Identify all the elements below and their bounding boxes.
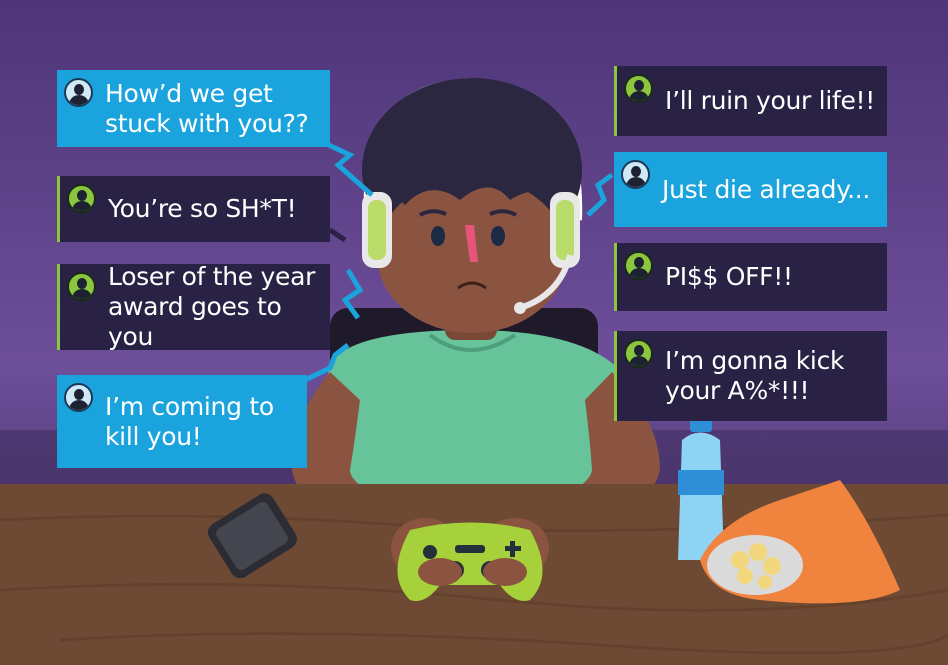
user-avatar-icon: [624, 74, 653, 103]
left-eye: [431, 226, 445, 246]
user-avatar-icon: [64, 78, 93, 107]
chat-message-text: I’m gonna kick your A%*!!!: [665, 346, 845, 405]
user-avatar-icon: [64, 383, 93, 412]
chat-message-text: Loser of the year award goes to you: [108, 262, 316, 351]
chat-message-text: I’ll ruin your life!!: [665, 86, 875, 115]
chat-message-text: PI$$ OFF!!: [665, 262, 793, 291]
user-avatar-icon: [624, 339, 653, 368]
right-eye: [491, 226, 505, 246]
chat-message-right-2: Just die already...: [614, 152, 887, 227]
chat-message-text: I’m coming to kill you!: [105, 391, 274, 451]
chat-message-right-3: PI$$ OFF!!: [614, 243, 887, 311]
chat-message-left-2: You’re so SH*T!: [57, 176, 330, 242]
chat-message-left-3: Loser of the year award goes to you: [57, 262, 330, 351]
chat-message-right-1: I’ll ruin your life!!: [614, 66, 887, 136]
chat-message-left-1: How’d we get stuck with you??: [57, 70, 330, 147]
chat-message-right-4: I’m gonna kick your A%*!!!: [614, 331, 887, 421]
user-avatar-icon: [67, 184, 96, 213]
chat-message-text: How’d we get stuck with you??: [105, 78, 309, 138]
user-avatar-icon: [621, 160, 650, 189]
user-avatar-icon: [67, 272, 96, 301]
chat-message-text: Just die already...: [662, 174, 871, 204]
chat-message-text: You’re so SH*T!: [108, 194, 297, 223]
user-avatar-icon: [624, 251, 653, 280]
chat-message-left-4: I’m coming to kill you!: [57, 375, 307, 468]
